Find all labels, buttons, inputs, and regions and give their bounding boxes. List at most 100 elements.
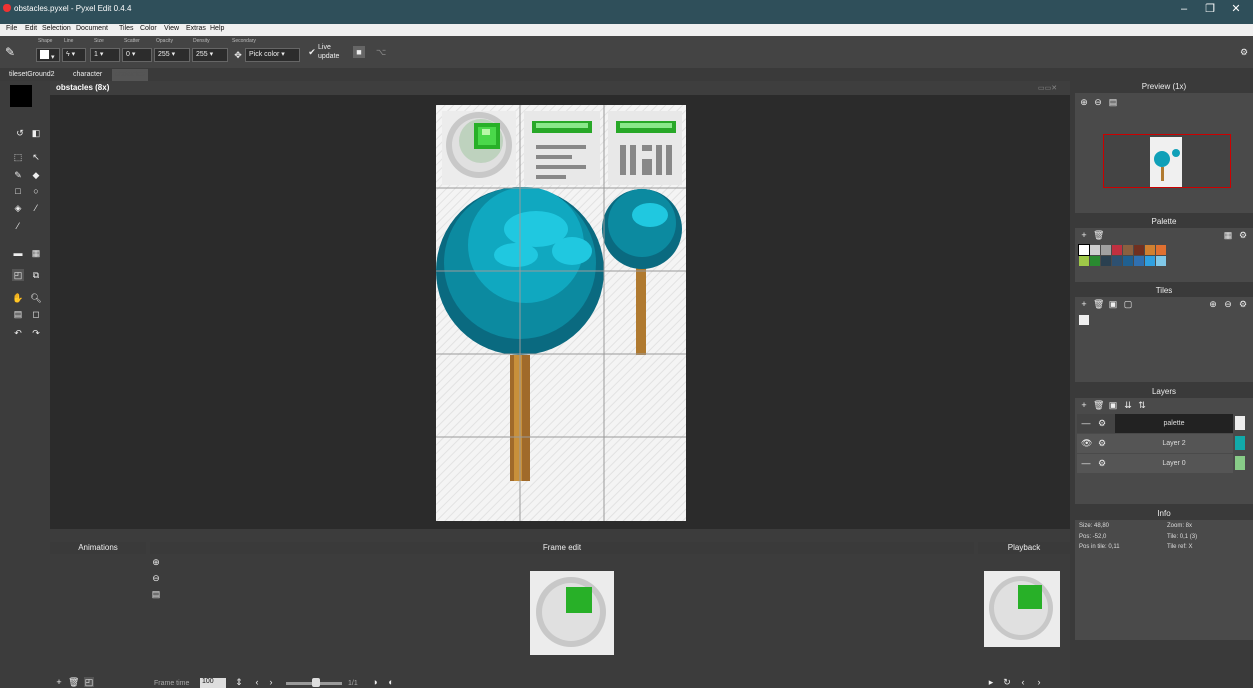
tile-select-icon[interactable]: ◰ bbox=[12, 269, 24, 281]
tile-thumbnail[interactable] bbox=[1079, 315, 1089, 325]
ellipse-icon[interactable]: ○ bbox=[30, 185, 42, 197]
menu-color[interactable]: Color bbox=[140, 25, 157, 32]
eyedropper-icon[interactable]: ⁄ bbox=[12, 220, 24, 232]
eye-icon[interactable]: 👁︎ bbox=[1081, 438, 1092, 448]
frame-time-stepper-icon[interactable]: ⇕ bbox=[234, 677, 244, 687]
primary-color-swatch[interactable] bbox=[10, 85, 32, 107]
undo-icon[interactable]: ↶ bbox=[12, 327, 24, 339]
palette-swatch[interactable] bbox=[1112, 256, 1122, 266]
tab-tileset-ground2[interactable]: tilesetGround2 bbox=[6, 69, 58, 81]
tile-copy-icon[interactable]: ⧉ bbox=[30, 269, 42, 281]
menu-selection[interactable]: Selection bbox=[42, 25, 71, 32]
delete-layer-icon[interactable]: 🗑︎ bbox=[1093, 400, 1104, 410]
window-icon[interactable]: ◻ bbox=[30, 308, 42, 320]
palette-preset-icon[interactable]: ▦ bbox=[1223, 230, 1233, 240]
layer-row-layer2[interactable]: 👁︎ ⚙ Layer 2 bbox=[1077, 434, 1233, 453]
playback-next-icon[interactable]: › bbox=[1034, 677, 1044, 687]
live-update-toggle[interactable]: Live update bbox=[318, 43, 348, 61]
frame-edit-preview[interactable] bbox=[530, 571, 614, 655]
duplicate-layer-icon[interactable]: ▣ bbox=[1108, 400, 1118, 410]
loop-icon[interactable]: ↻ bbox=[1002, 677, 1012, 687]
size-dropdown[interactable]: 1 ▾ bbox=[90, 48, 120, 62]
layer-hidden-icon[interactable]: — bbox=[1081, 458, 1091, 468]
onion-skin-next-icon[interactable]: ◐ bbox=[386, 677, 396, 687]
palette-swatch[interactable] bbox=[1123, 245, 1133, 255]
onion-skin-icon[interactable]: ◑ bbox=[370, 677, 380, 687]
swap-colors-icon[interactable]: ↺ bbox=[14, 127, 26, 139]
line-dropdown[interactable]: ϟ ▾ bbox=[62, 48, 86, 62]
palette-swatch[interactable] bbox=[1101, 256, 1111, 266]
tab-obstacles[interactable]: obstacles bbox=[112, 69, 148, 81]
menu-help[interactable]: Help bbox=[210, 25, 224, 32]
palette-swatch[interactable] bbox=[1101, 245, 1111, 255]
add-tile-icon[interactable]: + bbox=[1079, 299, 1089, 309]
delete-animation-icon[interactable]: 🗑︎ bbox=[68, 677, 79, 687]
frame-slider-handle[interactable] bbox=[312, 678, 320, 687]
move-arrow-icon[interactable]: ↖ bbox=[30, 151, 42, 163]
palette-swatches[interactable] bbox=[1078, 244, 1166, 267]
frame-zoom-out-icon[interactable]: ⊖ bbox=[151, 573, 161, 583]
tile-canvas[interactable] bbox=[436, 105, 686, 521]
palette-swatch[interactable] bbox=[1145, 245, 1155, 255]
close-button[interactable]: ✕ bbox=[1226, 2, 1246, 16]
menu-extras[interactable]: Extras bbox=[186, 25, 206, 32]
menu-tiles[interactable]: Tiles bbox=[119, 25, 134, 32]
preview-viewport[interactable] bbox=[1103, 134, 1231, 188]
hand-pan-icon[interactable]: ✋ bbox=[12, 292, 24, 304]
minimize-button[interactable]: – bbox=[1174, 2, 1194, 16]
tile-stamp-icon[interactable]: ▬ bbox=[12, 247, 24, 259]
delete-tile-icon[interactable]: 🗑︎ bbox=[1093, 299, 1104, 309]
layer-row-layer0[interactable]: — ⚙ Layer 0 bbox=[1077, 454, 1233, 473]
layer-hidden-icon[interactable]: — bbox=[1081, 418, 1091, 428]
menu-edit[interactable]: Edit bbox=[25, 25, 37, 32]
add-layer-icon[interactable]: + bbox=[1079, 400, 1089, 410]
zoom-icon[interactable]: 🔍︎ bbox=[30, 292, 42, 304]
tile-frame-icon[interactable]: ▢ bbox=[1123, 299, 1133, 309]
secondary-dropdown[interactable]: Pick color ▾ bbox=[245, 48, 300, 62]
canvas-window-controls-icon[interactable]: ▭▭✕ bbox=[1038, 84, 1057, 92]
rect-select-icon[interactable]: ⬚ bbox=[12, 151, 24, 163]
layer-settings-icon[interactable]: ⚙ bbox=[1097, 458, 1107, 468]
animation-select-icon[interactable]: ◰ bbox=[84, 677, 94, 687]
palette-swatch[interactable] bbox=[1078, 244, 1090, 256]
palette-swatch[interactable] bbox=[1134, 256, 1144, 266]
palette-swatch[interactable] bbox=[1123, 256, 1133, 266]
color-picker-icon[interactable]: ⁄ bbox=[30, 202, 42, 214]
settings-gear-icon[interactable]: ⚙ bbox=[1238, 46, 1250, 58]
palette-swatch[interactable] bbox=[1112, 245, 1122, 255]
pencil-icon[interactable]: ✎ bbox=[12, 169, 24, 181]
shape-dropdown[interactable]: ▾ bbox=[36, 48, 60, 62]
tile-grid-icon[interactable]: ▦ bbox=[30, 247, 42, 259]
merge-layer-icon[interactable]: ⇊ bbox=[1123, 400, 1133, 410]
next-frame-icon[interactable]: › bbox=[266, 677, 276, 687]
opacity-dropdown[interactable]: 255 ▾ bbox=[154, 48, 190, 62]
preview-frame-icon[interactable]: ▤ bbox=[1108, 97, 1118, 107]
symmetry-icon[interactable]: ⌥ bbox=[375, 46, 387, 58]
tiles-settings-icon[interactable]: ⚙ bbox=[1238, 299, 1248, 309]
palette-settings-icon[interactable]: ⚙ bbox=[1238, 230, 1248, 240]
zoom-out-icon[interactable]: ⊖ bbox=[1093, 97, 1103, 107]
menu-view[interactable]: View bbox=[164, 25, 179, 32]
layer-settings-icon[interactable]: ⚙ bbox=[1097, 438, 1107, 448]
maximize-button[interactable]: ❐ bbox=[1200, 2, 1220, 16]
default-colors-icon[interactable]: ◧ bbox=[30, 127, 42, 139]
eraser-icon[interactable]: ◆ bbox=[30, 169, 42, 181]
tiles-zoom-out-icon[interactable]: ⊖ bbox=[1223, 299, 1233, 309]
delete-color-icon[interactable]: 🗑︎ bbox=[1093, 230, 1104, 240]
palette-swatch[interactable] bbox=[1145, 256, 1155, 266]
palette-swatch[interactable] bbox=[1090, 245, 1100, 255]
menu-document[interactable]: Document bbox=[76, 25, 108, 32]
frame-time-input[interactable]: 100 bbox=[200, 678, 226, 688]
prev-frame-icon[interactable]: ‹ bbox=[252, 677, 262, 687]
frame-zoom-in-icon[interactable]: ⊕ bbox=[151, 557, 161, 567]
palette-swatch[interactable] bbox=[1156, 245, 1166, 255]
add-animation-icon[interactable]: + bbox=[54, 677, 64, 687]
palette-swatch[interactable] bbox=[1079, 256, 1089, 266]
redo-icon[interactable]: ↷ bbox=[30, 327, 42, 339]
tile-copy-icon[interactable]: ▣ bbox=[1108, 299, 1118, 309]
tab-character[interactable]: character bbox=[70, 69, 105, 81]
frame-icon[interactable]: ▤ bbox=[12, 308, 24, 320]
scatter-dropdown[interactable]: 0 ▾ bbox=[122, 48, 152, 62]
playback-prev-icon[interactable]: ‹ bbox=[1018, 677, 1028, 687]
play-icon[interactable]: ▸ bbox=[986, 677, 996, 687]
